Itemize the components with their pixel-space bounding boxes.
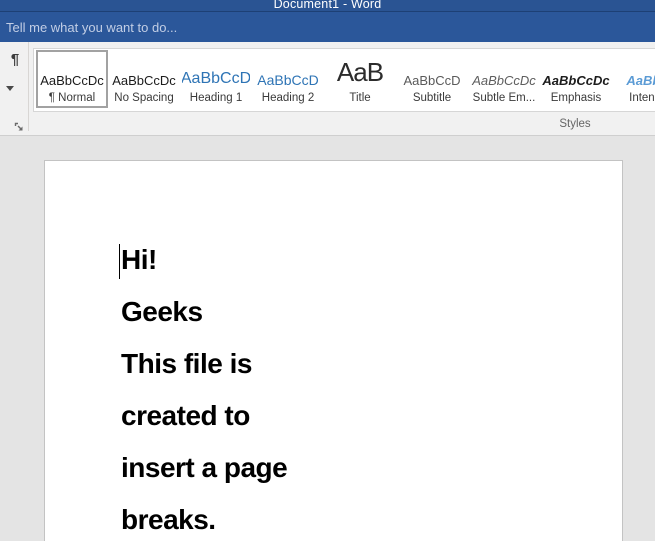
style-item-normal[interactable]: AaBbCcDc ¶ Normal bbox=[36, 50, 108, 108]
style-label: Title bbox=[349, 92, 371, 104]
window-title: Document1 - Word bbox=[273, 0, 382, 11]
styles-group-label: Styles bbox=[559, 118, 591, 130]
style-sample: AaBbCcDc bbox=[40, 73, 104, 88]
style-item-heading-1[interactable]: AaBbCcD Heading 1 bbox=[180, 50, 252, 108]
style-label: Subtitle bbox=[412, 92, 452, 104]
style-sample: AaBbCcD bbox=[257, 72, 319, 88]
style-item-emphasis[interactable]: AaBbCcDc Emphasis bbox=[540, 50, 612, 108]
ribbon: ¶ AaBbCcDc ¶ Normal AaBbCcDc No Spacing … bbox=[0, 42, 655, 136]
style-sample: AaBbCcD bbox=[182, 70, 250, 87]
style-label: Heading 2 bbox=[261, 92, 315, 104]
text-line: breaks. bbox=[121, 504, 216, 535]
style-sample: AaB bbox=[336, 57, 384, 87]
document-text: Hi! Geeks This file is created to insert… bbox=[121, 234, 288, 541]
document-area: Hi! Geeks This file is created to insert… bbox=[0, 136, 655, 541]
show-paragraph-marks-icon[interactable]: ¶ bbox=[5, 50, 25, 70]
style-label: Subtle Em... bbox=[472, 92, 536, 104]
style-sample: AaBbCcDc bbox=[472, 73, 536, 88]
style-item-title[interactable]: AaB Title bbox=[324, 50, 396, 108]
style-item-intense-emphasis[interactable]: AaBbC Intense bbox=[612, 50, 655, 108]
text-line: created to bbox=[121, 400, 250, 431]
word-window: Document1 - Word Tell me what you want t… bbox=[0, 0, 655, 541]
title-bar: Document1 - Word bbox=[0, 0, 655, 11]
dialog-launcher-icon[interactable] bbox=[14, 121, 26, 133]
document-page[interactable]: Hi! Geeks This file is created to insert… bbox=[44, 160, 623, 541]
style-sample: AaBbCcDc bbox=[542, 73, 610, 88]
tell-me-bar: Tell me what you want to do... bbox=[0, 11, 655, 42]
style-sample: AaBbCcD bbox=[403, 73, 461, 88]
style-sample: AaBbC bbox=[626, 73, 655, 88]
styles-gallery: AaBbCcDc ¶ Normal AaBbCcDc No Spacing Aa… bbox=[33, 48, 655, 112]
text-line: Geeks bbox=[121, 296, 203, 327]
style-item-subtle-emphasis[interactable]: AaBbCcDc Subtle Em... bbox=[468, 50, 540, 108]
paragraph-group-rail: ¶ bbox=[0, 42, 29, 131]
style-label: Heading 1 bbox=[189, 92, 243, 104]
style-label: ¶ Normal bbox=[48, 92, 96, 104]
style-item-subtitle[interactable]: AaBbCcD Subtitle bbox=[396, 50, 468, 108]
style-item-no-spacing[interactable]: AaBbCcDc No Spacing bbox=[108, 50, 180, 108]
style-sample: AaBbCcDc bbox=[112, 73, 176, 88]
text-line: insert a page bbox=[121, 452, 288, 483]
text-line: Hi! bbox=[121, 244, 157, 275]
style-label: Intense bbox=[629, 92, 655, 104]
tell-me-input[interactable]: Tell me what you want to do... bbox=[0, 20, 177, 35]
style-label: No Spacing bbox=[114, 92, 174, 104]
text-cursor bbox=[119, 244, 120, 279]
style-label: Emphasis bbox=[550, 92, 602, 104]
style-item-heading-2[interactable]: AaBbCcD Heading 2 bbox=[252, 50, 324, 108]
text-line: This file is bbox=[121, 348, 252, 379]
chevron-down-icon[interactable] bbox=[6, 86, 14, 91]
